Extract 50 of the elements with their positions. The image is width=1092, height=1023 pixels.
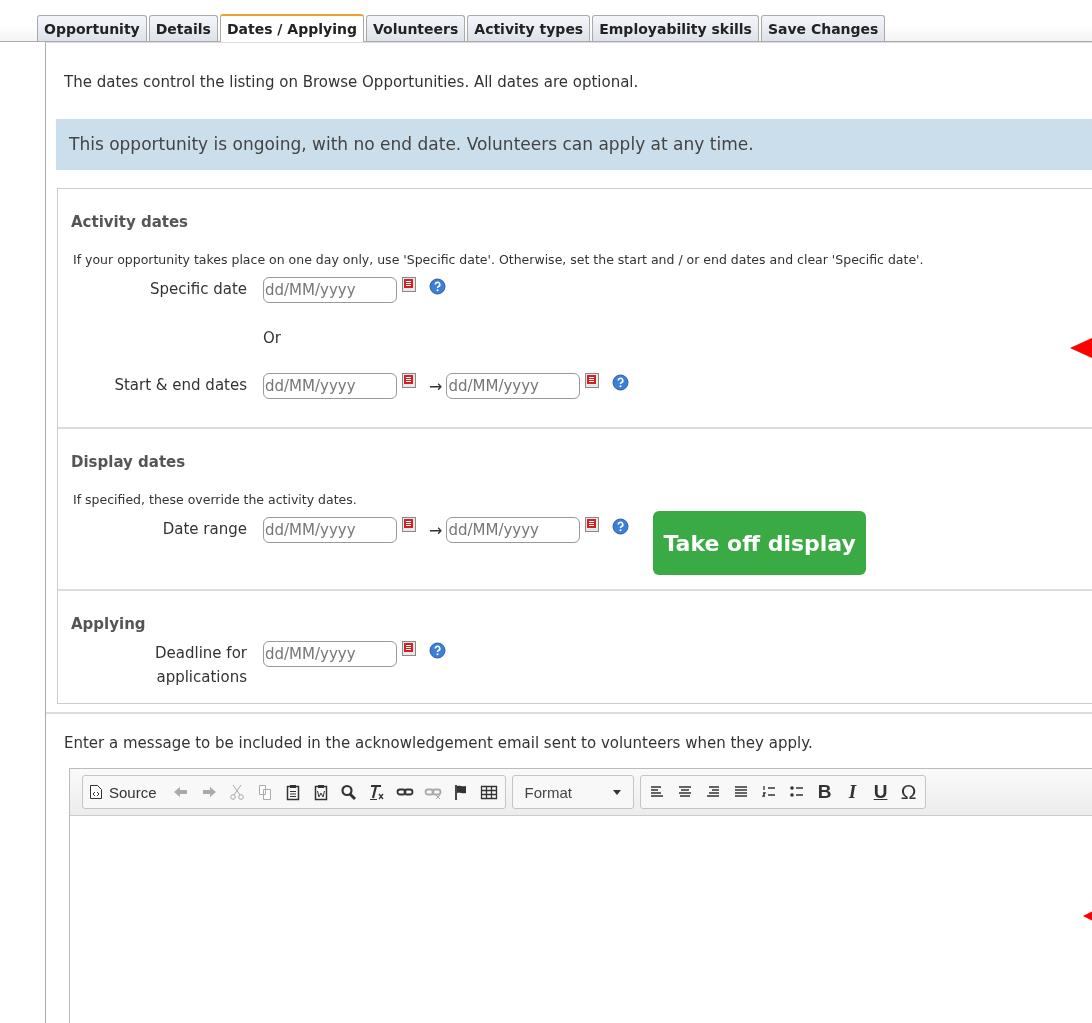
calendar-icon[interactable] [401, 372, 417, 389]
tab[interactable]: Opportunity [37, 15, 147, 41]
tab[interactable]: Dates / Applying [219, 14, 364, 42]
date-field[interactable]: dd/MM/yyyy [446, 373, 581, 399]
source-button[interactable]: Source [89, 783, 157, 801]
section-heading: Activity dates [71, 213, 190, 231]
date-field[interactable]: dd/MM/yyyy [263, 277, 397, 303]
tab[interactable]: Activity types [467, 15, 591, 41]
or-text: Or [263, 328, 281, 347]
range-arrow: → [429, 520, 443, 540]
search-icon[interactable] [338, 783, 359, 801]
format-button[interactable]: U [870, 782, 891, 802]
date-field[interactable]: dd/MM/yyyy [263, 373, 397, 399]
notice-text: This opportunity is ongoing, with no end date. Volunteers can apply at any time. [69, 134, 754, 154]
document-icon [89, 784, 103, 800]
calendar-icon[interactable] [401, 276, 417, 293]
message-prompt: Enter a message to be included in the acknowledgement email sent to volunteers when they apply. [64, 734, 814, 752]
calendar-icon[interactable] [584, 516, 601, 533]
section-heading: Display dates [71, 453, 187, 471]
calendar-icon[interactable] [401, 516, 417, 533]
format-dropdown[interactable]: Format [518, 783, 627, 801]
pointer-arrow-icon [1083, 910, 1092, 922]
help-icon[interactable] [429, 642, 446, 659]
calendar-icon[interactable] [401, 640, 417, 657]
range-arrow: → [429, 376, 443, 396]
table-icon[interactable] [478, 783, 499, 801]
field-label: Date range [161, 519, 248, 540]
intro-text: The dates control the listing on Browse Opportunities. All dates are optional. [63, 72, 640, 91]
pointer-arrow-icon [1070, 337, 1092, 359]
section-note: If specified, these override the activity dates. [73, 492, 358, 507]
tab[interactable]: Details [148, 15, 218, 41]
tab[interactable]: Employability skills [592, 15, 759, 41]
format-button[interactable]: B [814, 782, 835, 802]
tab[interactable]: Save Changes [760, 15, 886, 41]
format-button[interactable]: I [842, 782, 863, 802]
field-label: Start & end dates [113, 375, 248, 396]
date-field[interactable]: dd/MM/yyyy [263, 641, 397, 667]
caret-icon [612, 789, 621, 795]
section-note: If your opportunity takes place on one day only, use 'Specific date'. Otherwise, set the start and / or end dates and clear 'Specific date'. [73, 252, 925, 267]
section-heading: Applying [71, 615, 147, 633]
help-icon[interactable] [612, 518, 630, 535]
tab[interactable]: Volunteers [365, 15, 466, 41]
calendar-icon[interactable] [584, 372, 601, 389]
field-label: Deadline for applications [154, 643, 248, 688]
help-icon[interactable] [429, 278, 446, 295]
format-button[interactable]: Ω [898, 782, 919, 802]
date-field[interactable]: dd/MM/yyyy [263, 517, 397, 543]
help-icon[interactable] [612, 374, 630, 391]
date-field[interactable]: dd/MM/yyyy [446, 517, 581, 543]
field-label: Specific date [149, 279, 248, 300]
